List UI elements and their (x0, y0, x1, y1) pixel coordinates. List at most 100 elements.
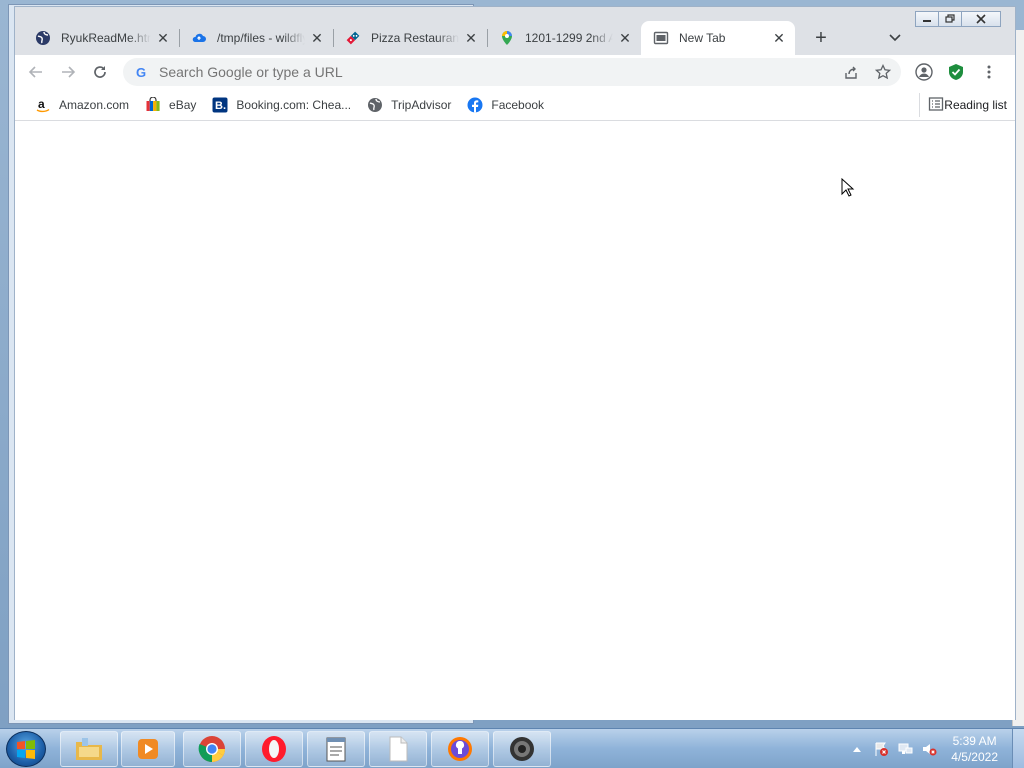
globe-icon (35, 30, 51, 46)
reading-list-button[interactable]: Reading list (919, 93, 1015, 117)
volume-muted-icon (923, 744, 937, 756)
taskbar-chrome[interactable] (183, 731, 241, 767)
amazon-icon: a (35, 97, 51, 113)
forward-arrow-icon (62, 66, 76, 78)
close-icon (976, 14, 986, 24)
share-button[interactable] (837, 58, 865, 86)
tab-ryuk-readme[interactable]: RyukReadMe.html ✕ (23, 21, 179, 55)
menu-button[interactable] (975, 58, 1003, 86)
reading-list-icon (928, 96, 944, 115)
booking-icon: B. (212, 97, 228, 113)
close-icon[interactable]: ✕ (463, 30, 479, 46)
tab-tmp-files[interactable]: /tmp/files - wildfly ✕ (179, 21, 333, 55)
taskbar-blank-file[interactable] (369, 731, 427, 767)
file-explorer-icon (76, 738, 102, 760)
tray-action-center[interactable] (872, 740, 890, 758)
tab-new-tab[interactable]: New Tab ✕ (641, 21, 795, 55)
chevron-up-icon (853, 747, 862, 752)
blank-file-icon (389, 736, 408, 762)
bookmark-label: eBay (169, 97, 197, 112)
bookmark-booking[interactable]: B. Booking.com: Chea... (204, 93, 359, 117)
bookmark-label: Facebook (491, 97, 545, 112)
newtab-icon (653, 30, 669, 46)
star-icon (875, 64, 891, 80)
taskbar-file-explorer[interactable] (60, 731, 118, 767)
taskbar-media-player[interactable] (121, 731, 175, 767)
bookmark-label: Amazon.com (59, 97, 130, 112)
bookmark-label: TripAdvisor (391, 97, 452, 112)
bookmarks-bar: a Amazon.com eBay B. Booking.com: Chea..… (15, 89, 1015, 121)
show-desktop-button[interactable] (1012, 729, 1024, 768)
media-player-icon (138, 739, 158, 759)
extension-button[interactable] (942, 58, 970, 86)
restore-button[interactable] (938, 11, 962, 27)
url-input[interactable] (159, 64, 799, 80)
tab-title: New Tab (679, 31, 726, 45)
new-tab-button[interactable]: + (807, 24, 835, 52)
tab-search-button[interactable] (881, 24, 909, 52)
system-tray: 5:39 AM 4/5/2022 (845, 729, 1024, 768)
tab-pizza-restaurants[interactable]: Pizza Restaurants ✕ (333, 21, 487, 55)
close-icon[interactable]: ✕ (771, 30, 787, 46)
omnibox[interactable]: G (123, 58, 901, 86)
clock[interactable]: 5:39 AM 4/5/2022 (951, 733, 998, 765)
page-content[interactable] (15, 122, 1015, 720)
notepad-icon (326, 737, 346, 762)
tray-expand-button[interactable] (848, 740, 866, 758)
bookmark-tripadvisor[interactable]: TripAdvisor (359, 93, 459, 117)
taskbar-avast[interactable] (431, 731, 489, 767)
profile-button[interactable] (910, 58, 938, 86)
chrome-icon (198, 736, 226, 763)
close-icon[interactable]: ✕ (155, 30, 171, 46)
taskbar-opera[interactable] (245, 731, 303, 767)
opera-icon (262, 736, 286, 762)
reload-button[interactable] (86, 58, 114, 86)
windows-logo-icon (17, 740, 35, 759)
svg-text:a: a (38, 97, 45, 111)
maps-pin-icon (499, 30, 515, 46)
speaker-app-icon (510, 737, 534, 761)
taskbar: 5:39 AM 4/5/2022 (0, 728, 1024, 768)
close-window-button[interactable] (961, 11, 1001, 27)
browser-window: RyukReadMe.html ✕ /tmp/files - wildfly ✕… (14, 6, 1016, 720)
bookmark-amazon[interactable]: a Amazon.com (27, 93, 137, 117)
tray-network[interactable] (896, 740, 914, 758)
bookmark-star-button[interactable] (869, 58, 897, 86)
tray-volume[interactable] (920, 740, 938, 758)
kebab-menu-icon (987, 65, 991, 79)
shield-check-icon (949, 64, 963, 80)
tripadvisor-icon (367, 97, 383, 113)
share-icon (845, 66, 857, 79)
dominos-icon (345, 30, 361, 46)
clock-time: 5:39 AM (952, 734, 997, 748)
forward-button[interactable] (54, 58, 82, 86)
google-g-icon: G (135, 64, 147, 80)
profile-icon (915, 63, 933, 81)
taskbar-notepad[interactable] (307, 731, 365, 767)
reading-list-label: Reading list (944, 98, 1007, 112)
svg-text:B.: B. (215, 100, 226, 112)
omnibox-actions (837, 58, 897, 86)
chevron-down-icon (889, 34, 901, 42)
start-button[interactable] (6, 731, 46, 767)
minimize-button[interactable] (915, 11, 939, 27)
back-arrow-icon (28, 66, 42, 78)
restore-icon (945, 14, 955, 23)
network-icon (898, 743, 913, 754)
close-icon[interactable]: ✕ (309, 30, 325, 46)
toolbar: G (15, 55, 1015, 89)
tab-title: /tmp/files - wildfly (217, 31, 305, 45)
taskbar-speaker-app[interactable] (493, 731, 551, 767)
tab-google-maps[interactable]: 1201-1299 2nd Ave ✕ (487, 21, 641, 55)
tab-title: Pizza Restaurants (371, 31, 459, 45)
window-controls (915, 11, 1001, 27)
back-button[interactable] (22, 58, 50, 86)
close-icon[interactable]: ✕ (617, 30, 633, 46)
tab-title: 1201-1299 2nd Ave (525, 31, 613, 45)
tab-title: RyukReadMe.html (61, 31, 151, 45)
cloud-upload-icon (191, 30, 207, 46)
reload-icon (94, 66, 106, 78)
bookmark-ebay[interactable]: eBay (137, 93, 204, 117)
ebay-icon (145, 96, 161, 113)
bookmark-facebook[interactable]: Facebook (459, 93, 552, 117)
